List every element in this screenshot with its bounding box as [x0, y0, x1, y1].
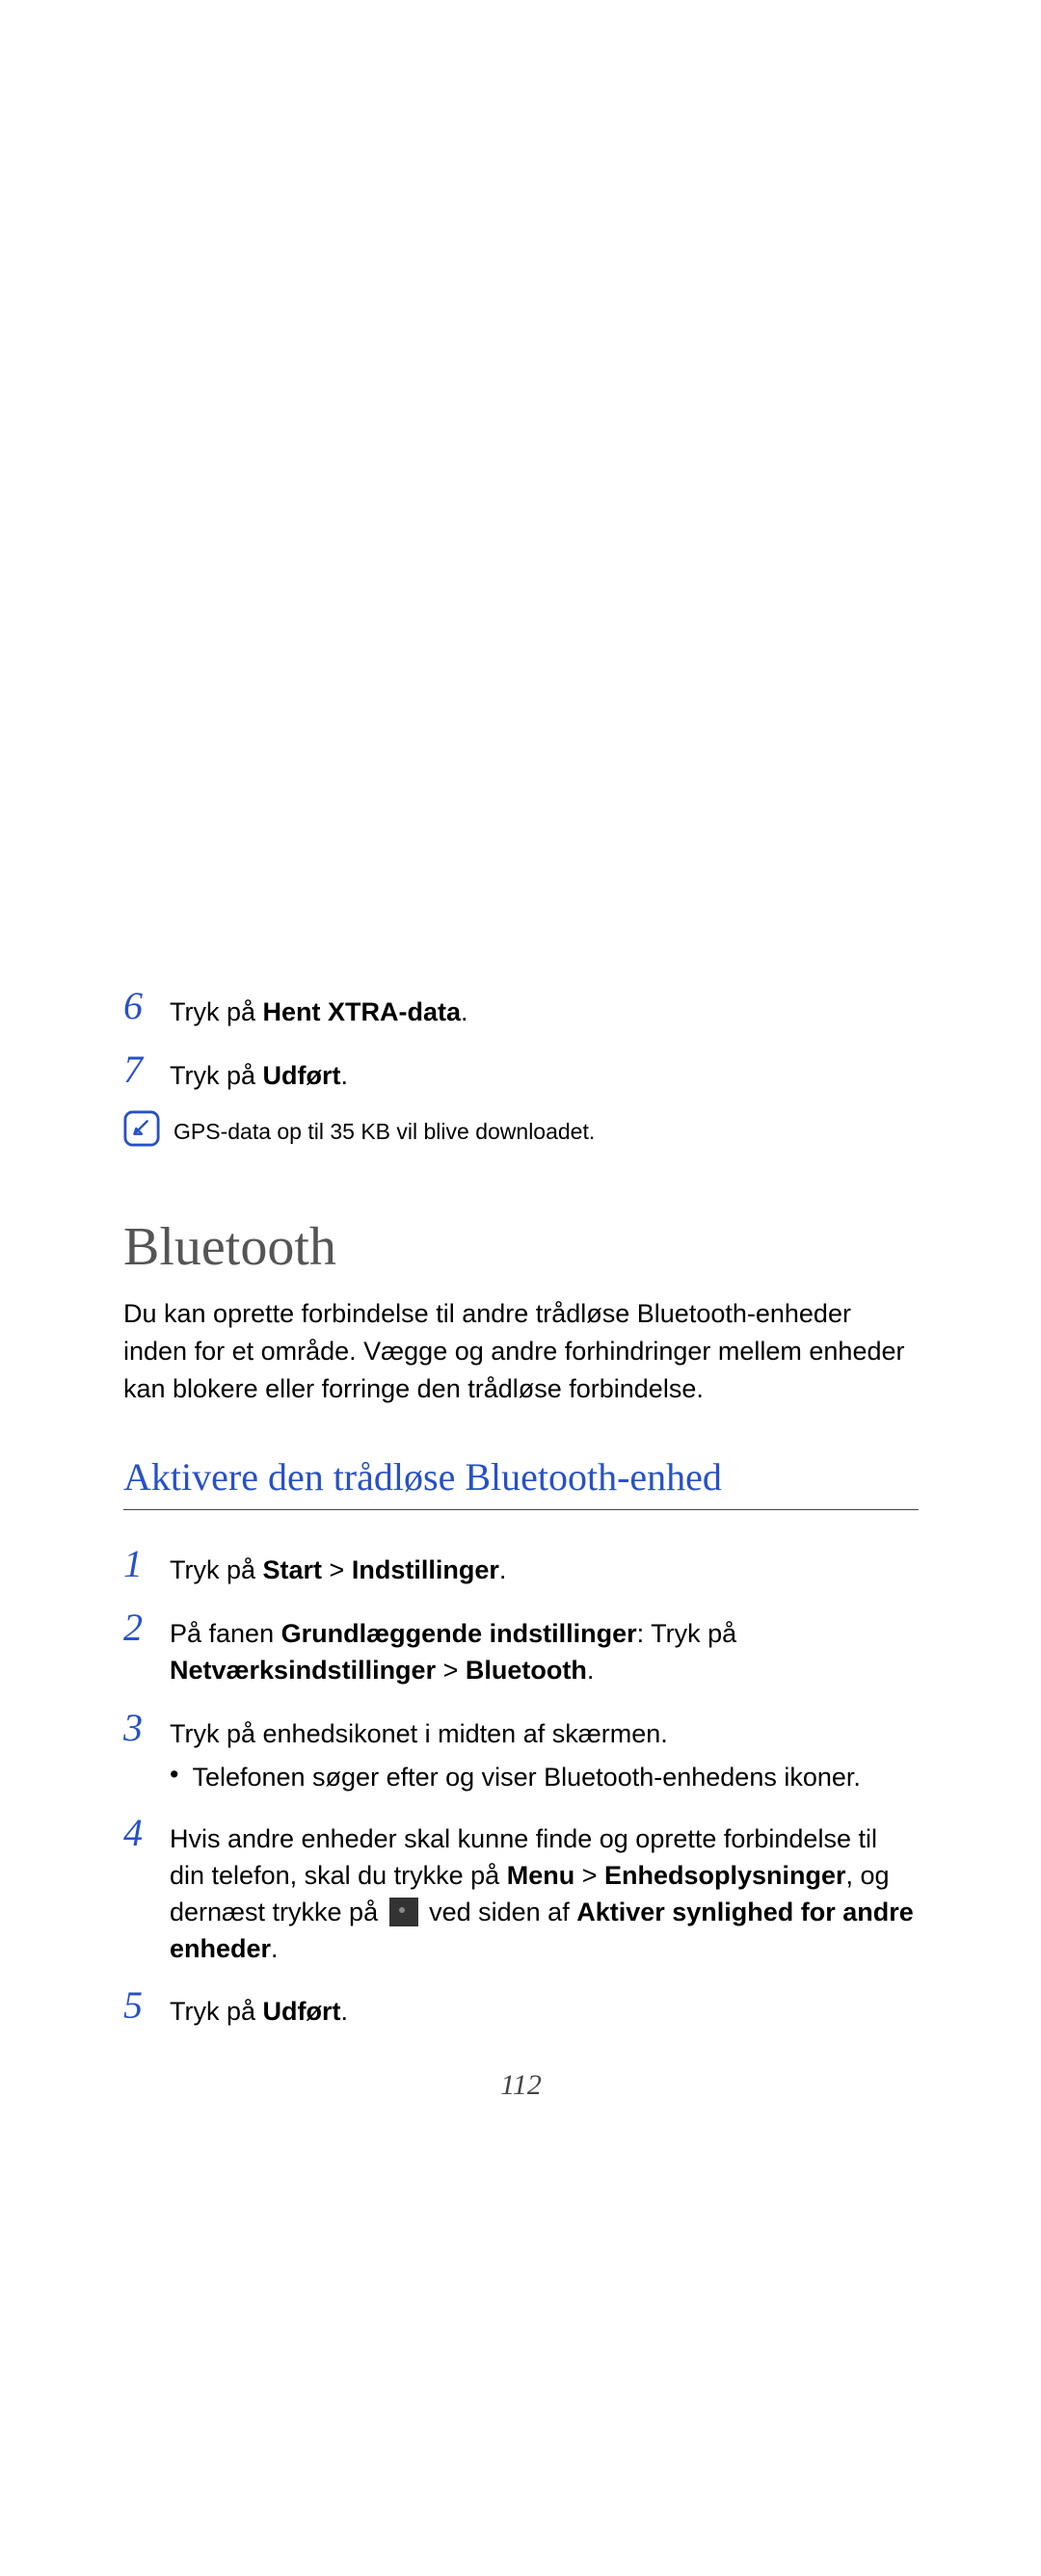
bt-step-1: 1 Tryk på Start > Indstillinger. — [123, 1541, 919, 1589]
bullet-dot: • — [170, 1760, 178, 1790]
step-number: 6 — [123, 983, 170, 1025]
heading-activate: Aktivere den trådløse Bluetooth-enhed — [123, 1454, 919, 1510]
bluetooth-intro: Du kan oprette forbindelse til andre trå… — [123, 1295, 919, 1408]
page-content: 6 Tryk på Hent XTRA-data. 7 Tryk på Udfø… — [123, 983, 919, 2102]
step-number: 7 — [123, 1047, 170, 1089]
step-number: 1 — [123, 1541, 170, 1583]
bt-step-3: 3 Tryk på enhedsikonet i midten af skærm… — [123, 1705, 919, 1753]
note-row: GPS-data op til 35 KB vil blive download… — [123, 1110, 919, 1147]
heading-bluetooth: Bluetooth — [123, 1216, 919, 1278]
bt-step-5: 5 Tryk på Udført. — [123, 1982, 919, 2031]
note-pencil-icon — [123, 1110, 160, 1147]
step-text: På fanen Grundlæggende indstillinger: Tr… — [170, 1605, 919, 1689]
bt-step-2: 2 På fanen Grundlæggende indstillinger: … — [123, 1605, 919, 1689]
gps-step-6: 6 Tryk på Hent XTRA-data. — [123, 983, 919, 1031]
step-number: 4 — [123, 1810, 170, 1852]
step-number: 2 — [123, 1605, 170, 1647]
step-text: Tryk på Udført. — [170, 1047, 348, 1095]
step-number: 5 — [123, 1982, 170, 2025]
step-text: Hvis andre enheder skal kunne finde og o… — [170, 1810, 919, 1967]
bt-step-4: 4 Hvis andre enheder skal kunne finde og… — [123, 1810, 919, 1967]
step-text: Tryk på Udført. — [170, 1982, 348, 2031]
step-text: Tryk på Start > Indstillinger. — [170, 1541, 506, 1589]
gps-step-7: 7 Tryk på Udført. — [123, 1047, 919, 1095]
bt-step-3-bullet: • Telefonen søger efter og viser Bluetoo… — [170, 1760, 919, 1796]
checkbox-icon — [389, 1898, 418, 1926]
note-text: GPS-data op til 35 KB vil blive download… — [174, 1110, 595, 1147]
bullet-text: Telefonen søger efter og viser Bluetooth… — [192, 1760, 860, 1796]
step-text: Tryk på Hent XTRA-data. — [170, 983, 468, 1031]
page-number: 112 — [123, 2069, 919, 2102]
step-text: Tryk på enhedsikonet i midten af skærmen… — [170, 1705, 668, 1753]
step-number: 3 — [123, 1705, 170, 1747]
